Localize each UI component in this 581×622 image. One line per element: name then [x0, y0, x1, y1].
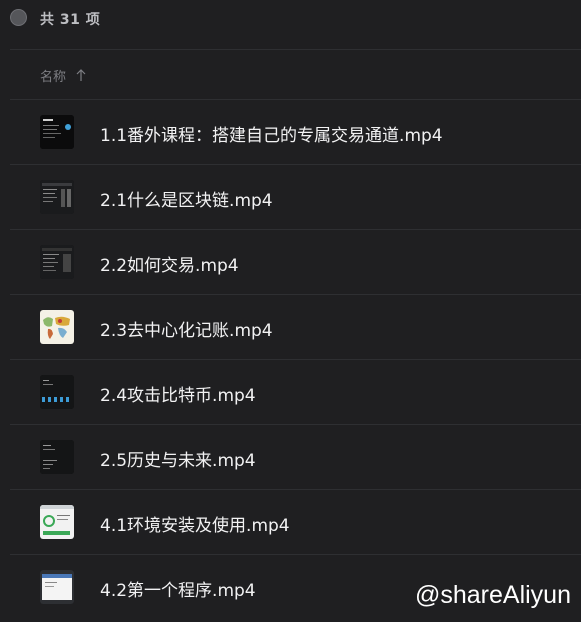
file-name[interactable]: 4.1环境安装及使用.mp4: [100, 511, 290, 536]
file-list: 1.1番外课程：搭建自己的专属交易通道.mp4 2.1什么是区块链.mp4 2.…: [0, 100, 581, 620]
file-name[interactable]: 2.4攻击比特币.mp4: [100, 381, 256, 406]
list-header: 名称: [0, 50, 581, 100]
video-thumbnail: [40, 505, 74, 539]
name-column-label: 名称: [40, 70, 67, 85]
file-name[interactable]: 2.3去中心化记账.mp4: [100, 316, 273, 341]
file-name[interactable]: 2.2如何交易.mp4: [100, 251, 239, 276]
list-toolbar: 共 31 项: [0, 0, 581, 36]
video-thumbnail: [40, 245, 74, 279]
file-row[interactable]: 2.2如何交易.mp4: [0, 230, 581, 295]
video-thumbnail: [40, 440, 74, 474]
file-row[interactable]: 2.4攻击比特币.mp4: [0, 360, 581, 425]
video-thumbnail: [40, 115, 74, 149]
sort-by-name-button[interactable]: 名称: [40, 66, 86, 85]
video-thumbnail: [40, 570, 74, 604]
sort-ascending-icon: [76, 69, 86, 81]
file-name[interactable]: 1.1番外课程：搭建自己的专属交易通道.mp4: [100, 121, 443, 146]
file-row[interactable]: 2.1什么是区块链.mp4: [0, 165, 581, 230]
file-row[interactable]: 2.5历史与未来.mp4: [0, 425, 581, 490]
video-thumbnail: [40, 180, 74, 214]
video-thumbnail: [40, 310, 74, 344]
item-count: 共 31 项: [40, 12, 101, 28]
file-name[interactable]: 2.5历史与未来.mp4: [100, 446, 256, 471]
file-name[interactable]: 2.1什么是区块链.mp4: [100, 186, 273, 211]
file-row[interactable]: 4.1环境安装及使用.mp4: [0, 490, 581, 555]
select-all-checkbox[interactable]: [10, 9, 27, 26]
file-row[interactable]: 2.3去中心化记账.mp4: [0, 295, 581, 360]
file-name[interactable]: 4.2第一个程序.mp4: [100, 576, 256, 601]
watermark: @shareAliyun: [414, 581, 571, 609]
video-thumbnail: [40, 375, 74, 409]
file-row[interactable]: 1.1番外课程：搭建自己的专属交易通道.mp4: [0, 100, 581, 165]
